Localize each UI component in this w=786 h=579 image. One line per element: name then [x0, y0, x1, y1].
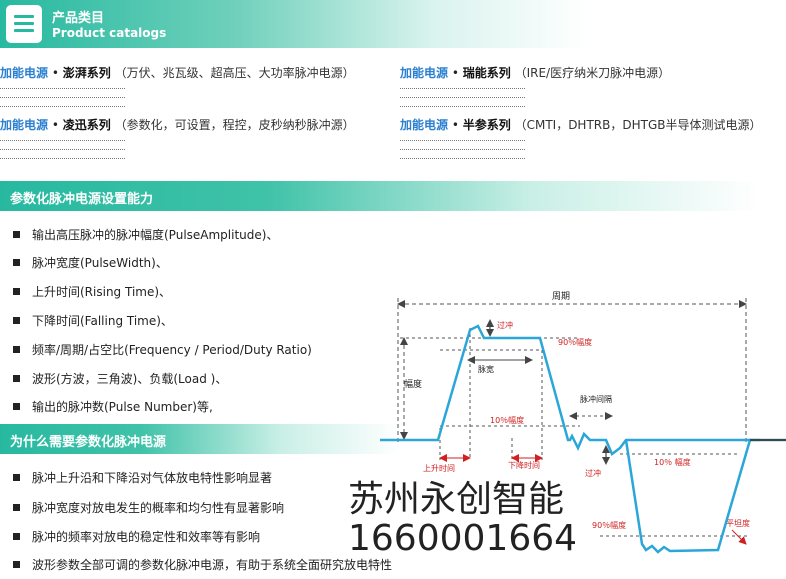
divider [0, 149, 125, 150]
catalog-dot: • [451, 66, 459, 80]
capability-item: 输出的脉冲数(Pulse Number)等, [13, 398, 213, 415]
label-flatness: 平坦度 [726, 518, 750, 528]
catalog-desc: （CMTI，DHTRB，DHTGB半导体测试电源） [514, 118, 762, 132]
catalog-series: 澎湃系列 [62, 66, 111, 80]
divider [0, 97, 125, 98]
divider [400, 88, 525, 89]
divider [0, 88, 125, 89]
header-title: 产品类目 [52, 11, 105, 26]
divider [400, 106, 525, 107]
catalog-dot: • [451, 118, 459, 132]
catalog-series: 瑞能系列 [462, 66, 511, 80]
catalog-dot: • [51, 118, 59, 132]
catalog-series: 凌迅系列 [62, 118, 111, 132]
capability-item: 脉冲宽度(PulseWidth)、 [13, 254, 168, 271]
catalog-brand: 加能电源 [0, 118, 49, 132]
label-undershoot: 过冲 [585, 468, 601, 478]
catalog-desc: （IRE/医疗纳米刀脉冲电源） [514, 66, 671, 80]
divider [400, 158, 525, 159]
catalog-link-penpai[interactable]: 加能电源 • 澎湃系列 （万伏、兆瓦级、超高压、大功率脉冲电源） [0, 64, 355, 81]
label-pulse-width: 脉宽 [478, 364, 494, 374]
section-title: 为什么需要参数化脉冲电源 [10, 435, 167, 450]
label-overshoot: 过冲 [497, 320, 513, 330]
label-fall-time: 下降时间 [508, 460, 540, 470]
catalog-desc: （万伏、兆瓦级、超高压、大功率脉冲电源） [114, 66, 355, 80]
label-amp10-neg: 10％ 幅度 [654, 457, 691, 467]
catalog-dot: • [51, 66, 59, 80]
capability-item: 输出高压脉冲的脉冲幅度(PulseAmplitude)、 [13, 226, 278, 243]
section-header-capabilities: 参数化脉冲电源设置能力 [0, 181, 760, 211]
reason-item: 波形参数全部可调的参数化脉冲电源，有助于系统全面研究放电特性 [13, 556, 392, 573]
waveform-negative [624, 438, 786, 554]
catalog-series: 半参系列 [462, 118, 511, 132]
label-amp90: 90％幅度 [558, 337, 592, 347]
catalog-link-lingxun[interactable]: 加能电源 • 凌迅系列 （参数化，可设置，程控，皮秒纳秒脉冲源） [0, 116, 355, 133]
label-amp10: 10％幅度 [490, 415, 524, 425]
divider [0, 106, 125, 107]
header-subtitle: Product catalogs [52, 26, 167, 40]
reason-item: 脉冲上升沿和下降沿对气体放电特性影响显著 [13, 469, 272, 486]
divider [400, 140, 525, 141]
watermark-company: 苏州永创智能 [348, 479, 565, 520]
section-header-why: 为什么需要参数化脉冲电源 [0, 424, 400, 454]
menu-icon [6, 5, 42, 43]
divider [400, 97, 525, 98]
capability-item: 上升时间(Rising Time)、 [13, 283, 171, 300]
catalog-desc: （参数化，可设置，程控，皮秒纳秒脉冲源） [114, 118, 355, 132]
label-amplitude: 幅度 [404, 378, 422, 390]
capability-item: 频率/周期/占空比(Frequency / Period/Duty Ratio) [13, 341, 312, 358]
label-period: 周期 [552, 291, 570, 302]
catalog-brand: 加能电源 [0, 66, 49, 80]
watermark-phone: 1660001664 [348, 518, 578, 559]
divider [0, 140, 125, 141]
catalog-brand: 加能电源 [400, 66, 449, 80]
catalog-link-ruineng[interactable]: 加能电源 • 瑞能系列 （IRE/医疗纳米刀脉冲电源） [400, 64, 670, 81]
catalog-header: 产品类目 Product catalogs [0, 0, 786, 48]
section-title: 参数化脉冲电源设置能力 [10, 192, 154, 207]
flatness-arrow [731, 529, 747, 545]
divider [400, 149, 525, 150]
reason-item: 脉冲的频率对放电的稳定性和效率等有影响 [13, 528, 260, 545]
catalog-link-bancan[interactable]: 加能电源 • 半参系列 （CMTI，DHTRB，DHTGB半导体测试电源） [400, 116, 762, 133]
reason-item: 脉冲宽度对放电发生的概率和均匀性有显著影响 [13, 499, 284, 516]
label-amp90-neg: 90％幅度 [592, 520, 626, 530]
capability-item: 下降时间(Falling Time)、 [13, 312, 173, 329]
catalog-brand: 加能电源 [400, 118, 449, 132]
label-pulse-interval: 脉冲间隔 [580, 394, 612, 404]
capability-item: 波形(方波，三角波)、负载(Load )、 [13, 370, 227, 387]
divider [0, 158, 125, 159]
